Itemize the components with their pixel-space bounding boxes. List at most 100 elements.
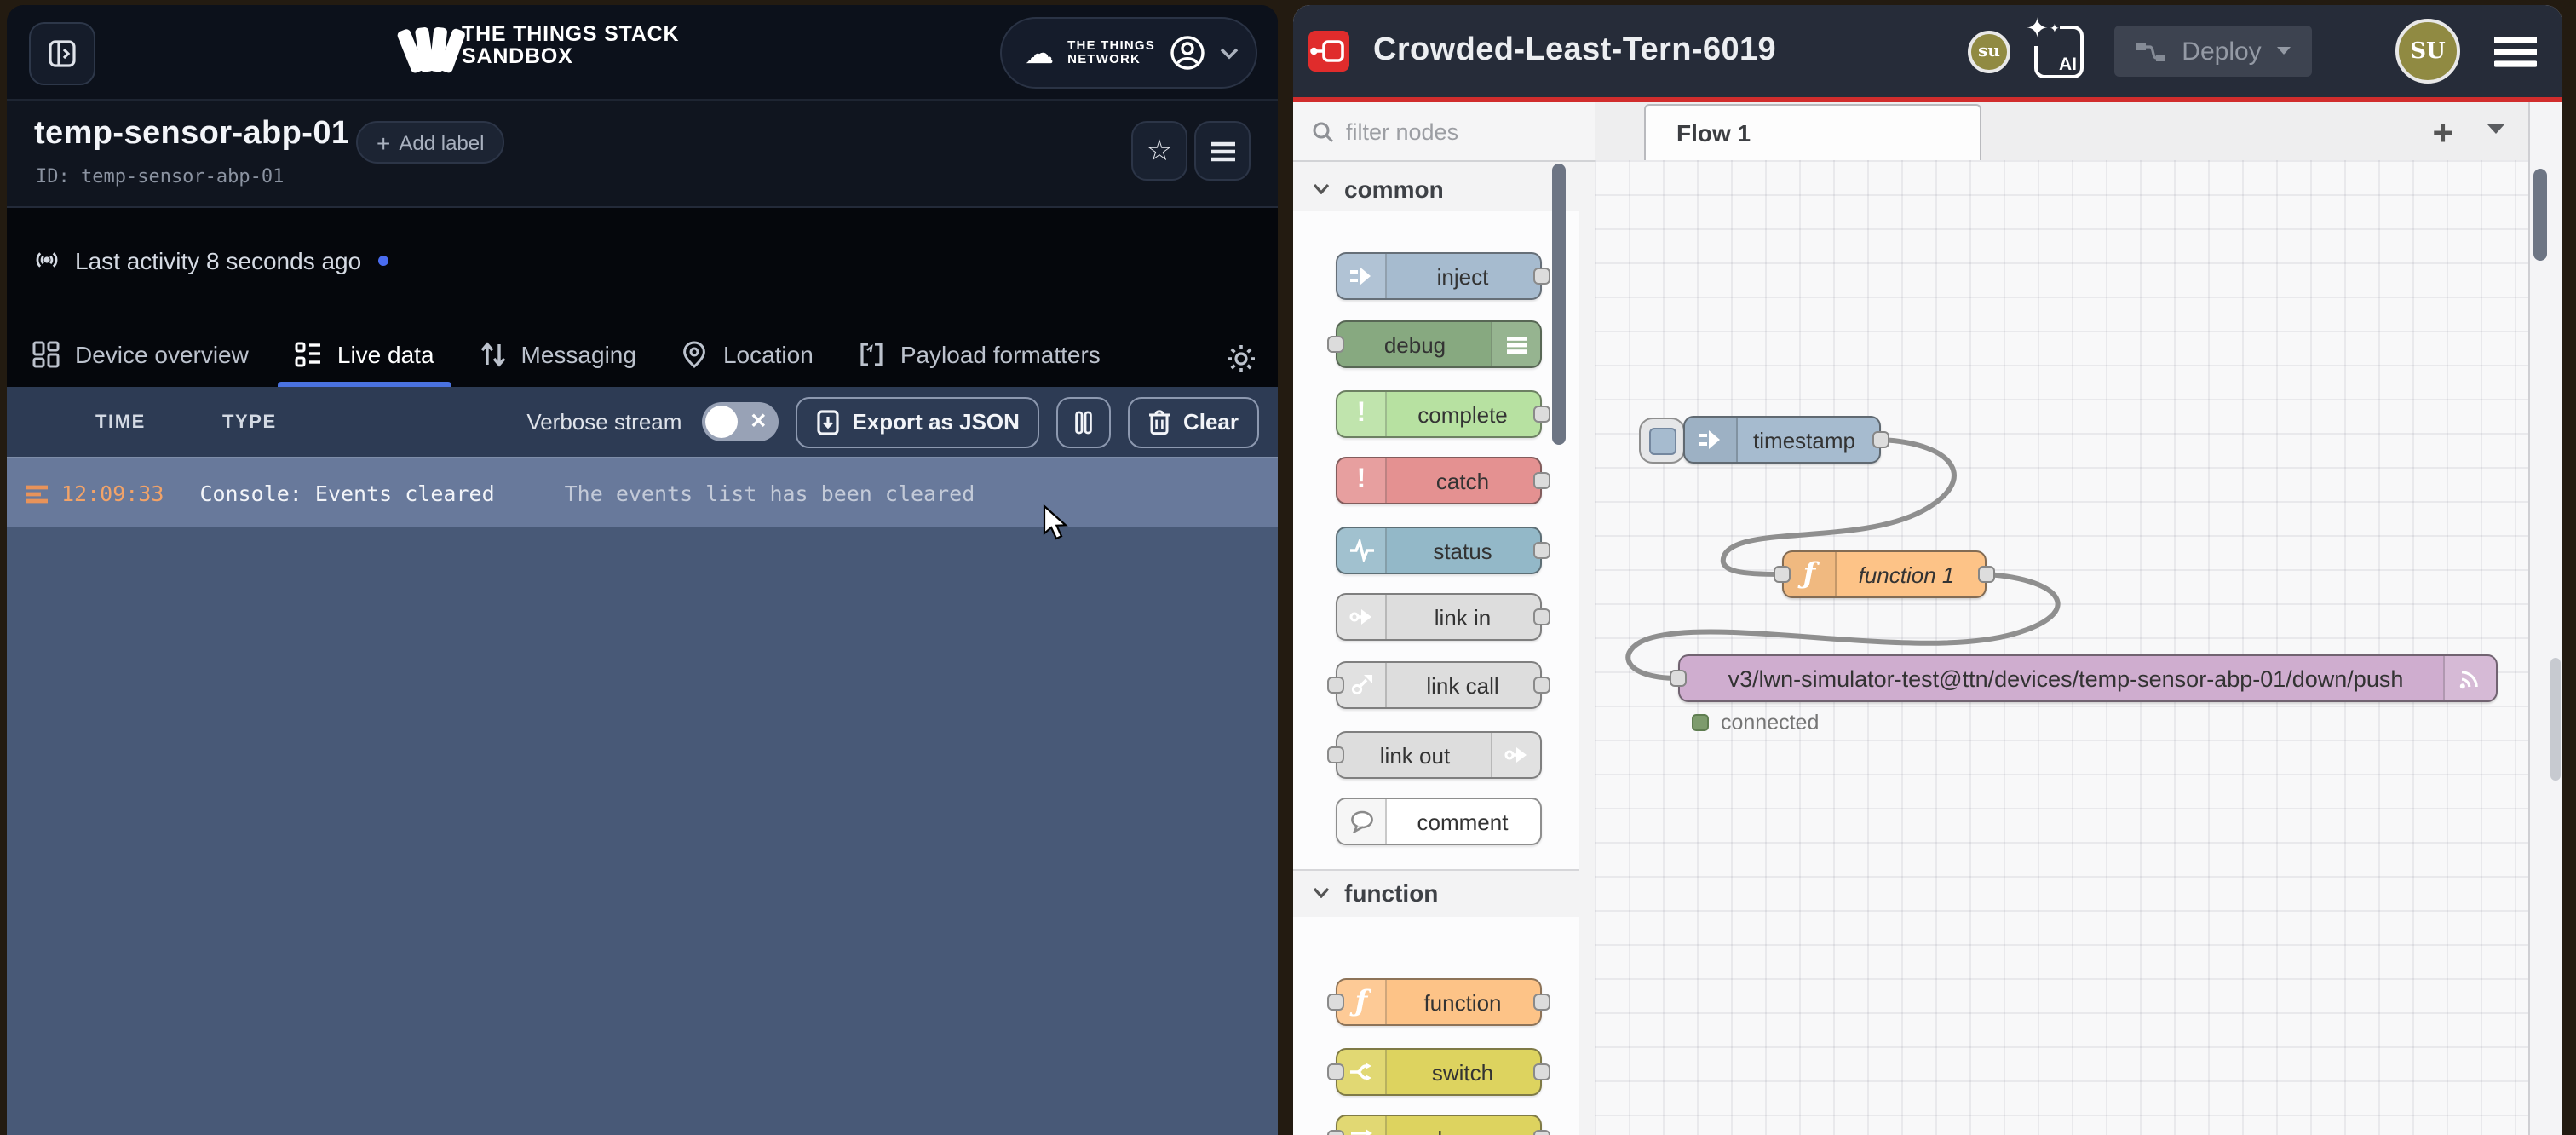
output-port[interactable]	[1533, 1063, 1550, 1080]
flow-canvas-grid[interactable]: timestamp ƒ function 1	[1595, 160, 2528, 1135]
palette-node-switch[interactable]: switch	[1336, 1048, 1542, 1096]
device-menu-button[interactable]	[1194, 121, 1251, 181]
tab-flow-1[interactable]: Flow 1	[1644, 104, 1981, 160]
output-port[interactable]	[1533, 608, 1550, 625]
menu-icon	[1210, 141, 1234, 161]
palette-sidebar: filter nodes common function	[1293, 102, 1596, 1135]
event-row[interactable]: 12:09:33 Console: Events cleared The eve…	[7, 457, 1278, 528]
output-port[interactable]	[1872, 431, 1889, 448]
palette-node-link-in[interactable]: link in	[1336, 593, 1542, 641]
input-port[interactable]	[1327, 1063, 1344, 1080]
deploy-label: Deploy	[2182, 37, 2261, 66]
canvas-scrollbar-thumb[interactable]	[2533, 169, 2547, 261]
event-stream-icon	[24, 483, 49, 504]
network-account-button[interactable]: ☁ THE THINGS NETWORK	[999, 17, 1257, 89]
clear-events-button[interactable]: Clear	[1129, 396, 1259, 447]
inject-icon	[1337, 254, 1387, 298]
gear-icon	[1227, 344, 1256, 373]
canvas-node-mqtt-out[interactable]: v3/lwn-simulator-test@ttn/devices/temp-s…	[1678, 654, 2498, 702]
main-menu-button[interactable]	[2494, 35, 2537, 67]
chevron-down-icon	[1314, 888, 1329, 898]
canvas-node-function-1[interactable]: ƒ function 1	[1782, 550, 1987, 598]
function-icon: ƒ	[1784, 552, 1837, 596]
tab-device-overview[interactable]: Device overview	[32, 320, 249, 389]
user-avatar[interactable]: SU	[2395, 19, 2460, 84]
palette-section-function[interactable]: function	[1293, 869, 1579, 915]
mqtt-status: connected	[1692, 711, 1819, 735]
flow-list-button[interactable]	[2486, 123, 2506, 136]
output-port[interactable]	[1533, 1130, 1550, 1135]
ai-assistant-button[interactable]: AI ✦ ✦	[2034, 25, 2084, 78]
palette-node-catch[interactable]: ! catch	[1336, 457, 1542, 504]
output-port[interactable]	[1533, 542, 1550, 559]
input-port[interactable]	[1327, 746, 1344, 763]
device-settings-gear[interactable]	[1227, 344, 1256, 373]
trash-icon	[1149, 409, 1171, 435]
palette-node-debug[interactable]: debug	[1336, 320, 1542, 368]
live-data-icon	[295, 341, 322, 368]
clear-label: Clear	[1183, 409, 1239, 435]
palette-filter[interactable]: filter nodes	[1293, 102, 1595, 162]
output-port[interactable]	[1533, 994, 1550, 1011]
sidebar-toggle-button[interactable]	[29, 22, 95, 85]
collaborator-badge[interactable]: su	[1968, 30, 2010, 72]
input-port[interactable]	[1327, 994, 1344, 1011]
tts-logo-line1: THE THINGS STACK	[462, 24, 679, 46]
page-scrollbar-thumb[interactable]	[2550, 658, 2561, 781]
output-port[interactable]	[1533, 677, 1550, 694]
palette-section-common[interactable]: common	[1293, 165, 1579, 211]
event-message: The events list has been cleared	[565, 481, 975, 506]
output-port[interactable]	[1533, 406, 1550, 423]
export-json-button[interactable]: Export as JSON	[796, 396, 1040, 447]
tts-topbar: THE THINGS STACK SANDBOX ☁ THE THINGS NE…	[7, 5, 1278, 101]
add-flow-button[interactable]: +	[2432, 114, 2453, 155]
debug-icon	[1491, 322, 1540, 366]
canvas-scrollbar-track[interactable]	[2528, 102, 2562, 1135]
node-red-header: Crowded-Least-Tern-6019 su AI ✦ ✦ Deploy	[1293, 5, 2562, 97]
favorite-button[interactable]: ☆	[1131, 121, 1187, 181]
live-indicator-dot	[378, 255, 388, 265]
palette-node-change[interactable]: change	[1336, 1115, 1542, 1135]
input-port[interactable]	[1327, 336, 1344, 353]
add-label-text: Add label	[399, 130, 484, 154]
inject-trigger-button[interactable]	[1639, 418, 1685, 464]
add-label-button[interactable]: + Add label	[356, 121, 504, 164]
palette-node-comment[interactable]: comment	[1336, 798, 1542, 845]
link-call-icon	[1337, 663, 1387, 707]
comment-icon	[1337, 799, 1387, 844]
input-port[interactable]	[1670, 670, 1687, 687]
deploy-button[interactable]: Deploy	[2114, 26, 2312, 77]
pause-stream-button[interactable]	[1057, 396, 1112, 447]
palette-node-status[interactable]: status	[1336, 527, 1542, 574]
canvas-node-timestamp[interactable]: timestamp	[1683, 416, 1881, 464]
palette-node-link-out[interactable]: link out	[1336, 731, 1542, 779]
node-red-window: Crowded-Least-Tern-6019 su AI ✦ ✦ Deploy	[1293, 5, 2562, 1135]
tab-live-data[interactable]: Live data	[295, 320, 434, 389]
tab-location[interactable]: Location	[682, 320, 814, 389]
input-port[interactable]	[1774, 566, 1791, 583]
node-label: comment	[1385, 799, 1540, 844]
palette-node-inject[interactable]: inject	[1336, 252, 1542, 300]
tab-label: Payload formatters	[900, 341, 1101, 368]
sparkle-icon: ✦	[2024, 11, 2050, 45]
palette-node-link-call[interactable]: link call	[1336, 661, 1542, 709]
palette-node-function[interactable]: ƒ function	[1336, 978, 1542, 1026]
verbose-stream-toggle[interactable]: ✕	[702, 402, 779, 441]
output-port[interactable]	[1978, 566, 1995, 583]
status-icon	[1337, 528, 1387, 573]
node-label: status	[1385, 528, 1540, 573]
input-port[interactable]	[1327, 1130, 1344, 1135]
input-port[interactable]	[1327, 677, 1344, 694]
tab-messaging[interactable]: Messaging	[480, 320, 636, 389]
palette-scrollbar-thumb[interactable]	[1552, 164, 1566, 445]
tab-payload-formatters[interactable]: Payload formatters	[860, 320, 1101, 389]
output-port[interactable]	[1533, 472, 1550, 489]
filter-placeholder: filter nodes	[1346, 118, 1458, 144]
tts-console-window: THE THINGS STACK SANDBOX ☁ THE THINGS NE…	[7, 5, 1278, 1135]
output-port[interactable]	[1533, 268, 1550, 285]
node-label: catch	[1385, 458, 1540, 503]
tab-label: Device overview	[75, 341, 249, 368]
device-subheader: Last activity 8 seconds ago Device overv…	[7, 206, 1278, 389]
inject-icon	[1685, 418, 1738, 462]
palette-node-complete[interactable]: ! complete	[1336, 390, 1542, 438]
